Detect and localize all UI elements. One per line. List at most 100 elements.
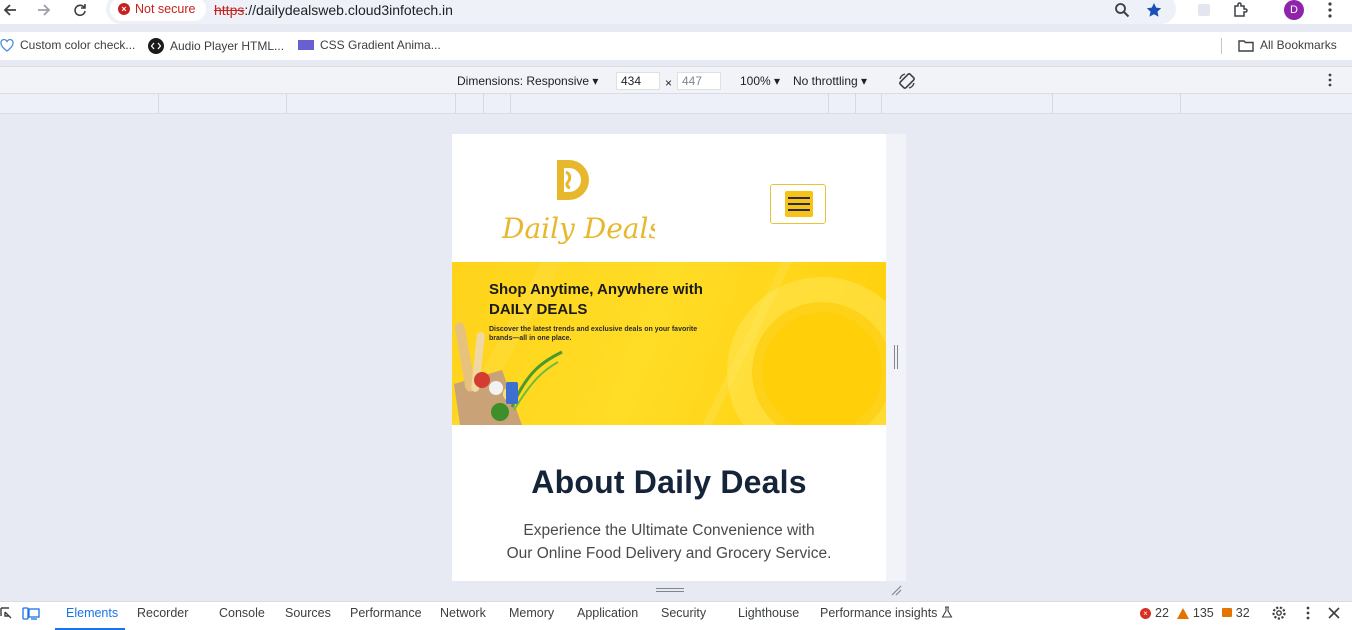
- tab-lighthouse[interactable]: Lighthouse: [738, 606, 799, 620]
- ruler-tick: [158, 94, 159, 113]
- profile-avatar[interactable]: D: [1284, 0, 1304, 20]
- bookmark-label: CSS Gradient Anima...: [320, 38, 441, 52]
- ruler-tick: [455, 94, 456, 113]
- tab-console[interactable]: Console: [219, 606, 265, 620]
- reload-icon[interactable]: [70, 0, 90, 20]
- browser-toolbar: × Not secure https://dailydealsweb.cloud…: [0, 0, 1352, 24]
- close-devtools-icon[interactable]: [1328, 607, 1340, 622]
- issue-flag-icon: [1221, 607, 1232, 617]
- about-subtitle: Experience the Ultimate Convenience with…: [482, 519, 856, 565]
- tab-performance[interactable]: Performance: [350, 606, 422, 620]
- hamburger-menu-button[interactable]: [770, 184, 826, 224]
- devtools-tabbar: Elements Recorder Console Sources Perfor…: [0, 601, 1352, 630]
- flask-icon: [941, 606, 953, 618]
- bookmark-star-icon[interactable]: [1144, 0, 1164, 20]
- issue-counters[interactable]: × 22 135 32: [1140, 606, 1250, 620]
- profile-initial: D: [1284, 0, 1304, 20]
- ruler-tick: [855, 94, 856, 113]
- tab-performance-insights-label: Performance insights: [820, 606, 938, 620]
- devtools-more-icon[interactable]: [1306, 606, 1310, 623]
- width-input[interactable]: 434: [616, 72, 660, 90]
- settings-gear-icon[interactable]: [1271, 605, 1287, 624]
- media-query-ruler: [0, 94, 1352, 114]
- tab-sources[interactable]: Sources: [285, 606, 331, 620]
- bookmark-label: Audio Player HTML...: [170, 39, 285, 53]
- zoom-search-icon[interactable]: [1112, 0, 1132, 20]
- throttling-dropdown[interactable]: No throttling ▾: [793, 74, 867, 88]
- ruler-tick: [510, 94, 511, 113]
- ruler-tick: [286, 94, 287, 113]
- site-logo[interactable]: Daily Deals: [500, 154, 663, 249]
- tab-recorder[interactable]: Recorder: [137, 606, 188, 620]
- ruler-tick: [1180, 94, 1181, 113]
- caret-down-icon: ▾: [861, 74, 868, 88]
- inspect-element-icon[interactable]: [0, 607, 12, 624]
- tab-performance-insights[interactable]: Performance insights: [820, 606, 953, 620]
- forward-arrow-icon[interactable]: [34, 0, 54, 20]
- tab-elements[interactable]: Elements: [66, 606, 118, 620]
- tab-application[interactable]: Application: [577, 606, 638, 620]
- caret-down-icon: ▾: [592, 74, 599, 88]
- bottom-resize-handle-icon[interactable]: [656, 588, 684, 594]
- folder-color-icon: [298, 40, 314, 50]
- heart-icon: [0, 38, 14, 52]
- banner-title: Shop Anytime, Anywhere with DAILY DEALS: [489, 281, 703, 318]
- device-toggle-icon[interactable]: [22, 606, 40, 625]
- tab-memory[interactable]: Memory: [509, 606, 554, 620]
- browser-menu-icon[interactable]: [1320, 0, 1340, 20]
- not-secure-icon: ×: [118, 3, 130, 15]
- url-host: ://dailydealsweb.cloud3infotech.in: [244, 2, 453, 18]
- daily-deals-logo-icon: Daily Deals: [501, 160, 663, 245]
- issue-count: 32: [1235, 606, 1250, 620]
- ruler-tick: [483, 94, 484, 113]
- bookmarks-divider: [1221, 38, 1222, 54]
- bookmark-item[interactable]: CSS Gradient Anima...: [298, 38, 441, 52]
- ruler-tick: [1052, 94, 1053, 113]
- tab-network[interactable]: Network: [440, 606, 486, 620]
- zoom-dropdown[interactable]: 100% ▾: [740, 74, 780, 88]
- dimensions-label: Dimensions: Responsive: [457, 74, 590, 88]
- emulated-viewport: Daily Deals Shop Anytime, Anywhere with …: [452, 134, 886, 581]
- about-subtitle-line: Experience the Ultimate Convenience with: [523, 522, 815, 539]
- throttling-label: No throttling: [793, 74, 858, 88]
- warning-count: 135: [1192, 606, 1214, 620]
- extensions-icon[interactable]: [1230, 0, 1250, 20]
- zoom-label: 100%: [740, 74, 771, 88]
- site-header: Daily Deals: [452, 134, 886, 262]
- device-toolbar: Dimensions: Responsive ▾ 434 × 447 100% …: [0, 66, 1352, 94]
- tab-security[interactable]: Security: [661, 606, 706, 620]
- hamburger-icon: [785, 191, 813, 217]
- security-label: Not secure: [135, 2, 196, 16]
- bookmark-item[interactable]: Audio Player HTML...: [148, 38, 284, 54]
- bookmark-label: Custom color check...: [20, 38, 136, 52]
- back-arrow-icon[interactable]: [0, 0, 20, 20]
- bookmarks-bar: Custom color check... Audio Player HTML.…: [0, 32, 1352, 60]
- height-input[interactable]: 447: [677, 72, 721, 90]
- banner-subtitle: Discover the latest trends and exclusive…: [489, 326, 698, 342]
- viewport-side-resizer[interactable]: [886, 134, 906, 596]
- ruler-tick: [828, 94, 829, 113]
- bookmark-item[interactable]: Custom color check...: [0, 38, 135, 52]
- folder-icon: [1238, 39, 1254, 52]
- times-symbol: ×: [665, 76, 673, 90]
- url-text[interactable]: https://dailydealsweb.cloud3infotech.in: [214, 2, 453, 18]
- url-scheme: https: [214, 2, 245, 18]
- error-count: 22: [1155, 606, 1169, 620]
- all-bookmarks-label: All Bookmarks: [1260, 38, 1337, 52]
- corner-resize-icon[interactable]: [890, 584, 902, 596]
- svg-text:Daily Deals: Daily Deals: [501, 212, 655, 245]
- side-resize-handle-icon[interactable]: [894, 345, 898, 369]
- rotate-icon[interactable]: [897, 71, 917, 94]
- warning-icon: [1176, 607, 1189, 619]
- hero-banner[interactable]: Shop Anytime, Anywhere with DAILY DEALS …: [452, 262, 886, 425]
- ruler-tick: [881, 94, 882, 113]
- all-bookmarks-button[interactable]: All Bookmarks: [1238, 38, 1337, 52]
- dimensions-dropdown[interactable]: Dimensions: Responsive ▾: [457, 74, 598, 88]
- about-heading: About Daily Deals: [531, 464, 807, 500]
- security-chip[interactable]: × Not secure: [110, 0, 206, 21]
- error-icon: ×: [1140, 607, 1151, 619]
- code-icon: [148, 38, 164, 54]
- extension-puzzle-faded-icon[interactable]: [1194, 0, 1214, 20]
- device-more-icon[interactable]: [1328, 73, 1332, 90]
- about-subtitle-line: Our Online Food Delivery and Grocery Ser…: [506, 545, 832, 562]
